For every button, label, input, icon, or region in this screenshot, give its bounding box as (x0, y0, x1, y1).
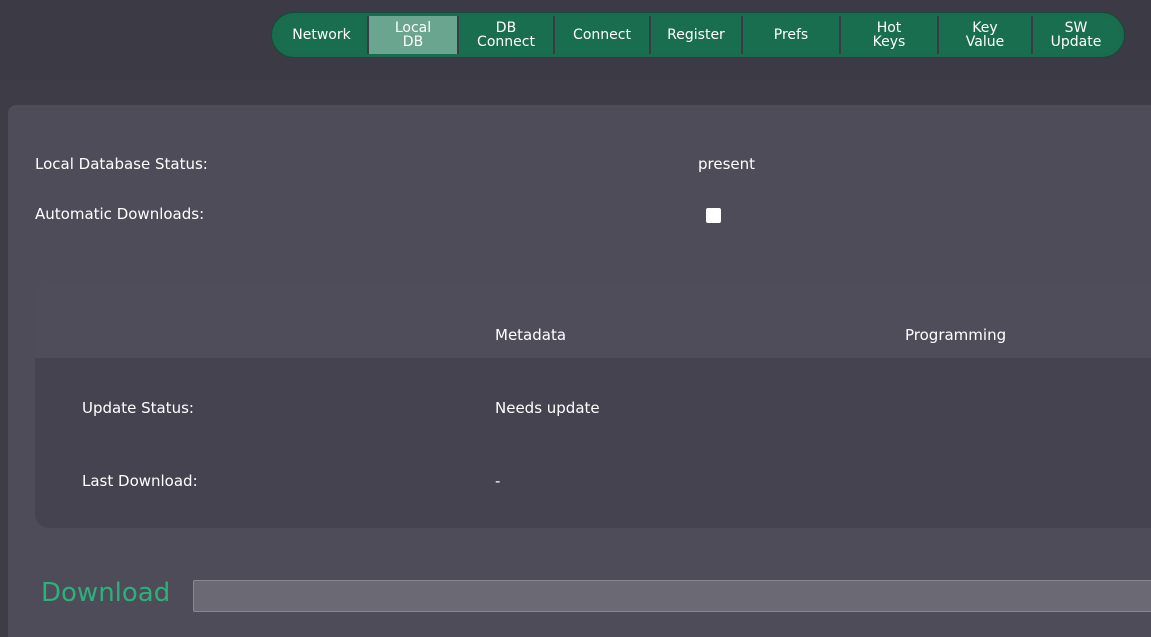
db-status-label: Local Database Status: (35, 155, 208, 173)
tab-sw-update[interactable]: SW Update (1031, 16, 1119, 54)
last-download-metadata: - (495, 472, 501, 490)
tab-hot-keys[interactable]: Hot Keys (839, 16, 937, 54)
tab-register[interactable]: Register (649, 16, 741, 54)
column-header-programming: Programming (905, 326, 1007, 344)
column-header-metadata: Metadata (495, 326, 567, 344)
auto-download-checkbox[interactable] (706, 208, 721, 223)
db-status-value: present (698, 155, 756, 173)
table-header (35, 284, 1151, 358)
last-download-label: Last Download: (82, 472, 198, 490)
tab-key-value[interactable]: Key Value (937, 16, 1031, 54)
download-progress-bar[interactable] (193, 580, 1151, 612)
update-status-label: Update Status: (82, 399, 194, 417)
auto-download-label: Automatic Downloads: (35, 205, 205, 223)
tab-network[interactable]: Network (278, 16, 365, 54)
tab-bar: Network Local DB DB Connect Connect Regi… (271, 12, 1125, 58)
top-bar: Network Local DB DB Connect Connect Regi… (0, 0, 1151, 80)
tab-local-db[interactable]: Local DB (367, 16, 457, 54)
local-db-page: Network Local DB DB Connect Connect Regi… (0, 0, 1151, 637)
download-label: Download (41, 578, 171, 608)
tab-prefs[interactable]: Prefs (741, 16, 839, 54)
tab-connect[interactable]: Connect (553, 16, 649, 54)
tab-db-connect[interactable]: DB Connect (457, 16, 553, 54)
update-status-metadata: Needs update (495, 399, 600, 417)
